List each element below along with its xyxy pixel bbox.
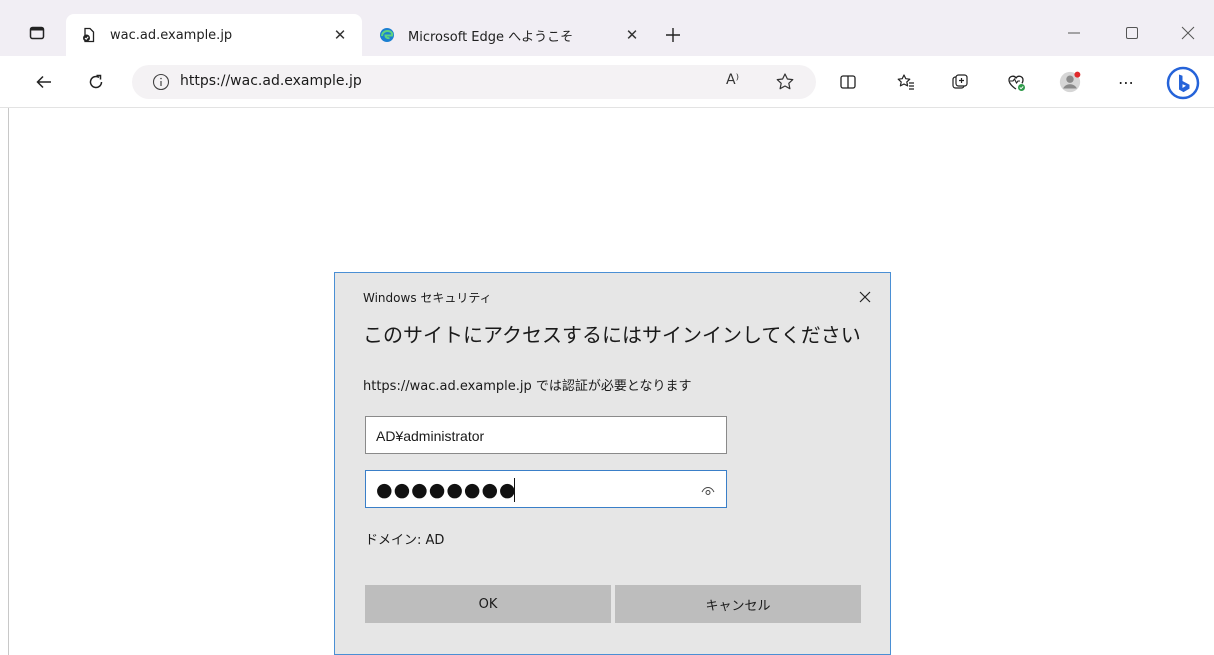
profile-icon[interactable] — [1058, 70, 1082, 94]
cancel-button[interactable]: キャンセル — [615, 585, 861, 623]
windows-security-dialog: Windows セキュリティ このサイトにアクセスするにはサインインしてください… — [334, 272, 891, 655]
tab-actions-icon[interactable] — [22, 18, 52, 48]
dialog-heading: このサイトにアクセスするにはサインインしてください — [363, 323, 861, 347]
reveal-password-icon[interactable] — [700, 483, 716, 497]
tab-close-icon[interactable]: ✕ — [620, 23, 644, 47]
edge-logo-icon — [378, 26, 396, 44]
split-screen-icon[interactable] — [836, 70, 860, 94]
username-field[interactable] — [365, 416, 727, 454]
minimize-icon[interactable] — [1056, 18, 1092, 48]
dialog-caption: Windows セキュリティ — [363, 291, 492, 305]
tab-wac[interactable]: wac.ad.example.jp ✕ — [66, 14, 362, 56]
back-icon[interactable] — [30, 68, 58, 96]
tab-title: wac.ad.example.jp — [110, 27, 233, 43]
ok-button[interactable]: OK — [365, 585, 611, 623]
window-close-icon[interactable] — [1170, 18, 1206, 48]
browser-toolbar: https://wac.ad.example.jp A⁾ ⋯ — [0, 56, 1214, 108]
collections-icon[interactable] — [948, 70, 972, 94]
dialog-close-icon[interactable] — [855, 287, 875, 307]
more-icon[interactable]: ⋯ — [1114, 70, 1138, 94]
password-input[interactable]: ●●●●●●●● — [376, 479, 517, 501]
username-input[interactable] — [376, 426, 676, 446]
tab-edge-welcome[interactable]: Microsoft Edge へようこそ ✕ — [364, 14, 654, 56]
refresh-icon[interactable] — [82, 68, 110, 96]
bing-icon[interactable] — [1166, 66, 1200, 100]
info-icon[interactable] — [152, 73, 170, 91]
address-bar[interactable]: https://wac.ad.example.jp A⁾ — [132, 65, 816, 99]
tab-title: Microsoft Edge へようこそ — [408, 29, 574, 45]
favorites-icon[interactable] — [894, 70, 918, 94]
page-favicon-icon — [80, 26, 98, 44]
browser-essentials-icon[interactable] — [1004, 70, 1028, 94]
favorite-star-icon[interactable] — [774, 71, 796, 93]
read-aloud-icon[interactable]: A⁾ — [726, 72, 748, 92]
tab-strip: wac.ad.example.jp ✕ Microsoft Edge へようこそ… — [0, 0, 1214, 56]
page-edge-line — [8, 108, 9, 655]
new-tab-icon[interactable] — [660, 22, 686, 48]
password-field[interactable]: ●●●●●●●● — [365, 470, 727, 508]
url-text[interactable]: https://wac.ad.example.jp — [180, 73, 362, 89]
maximize-icon[interactable] — [1114, 18, 1150, 48]
text-caret — [514, 478, 515, 502]
domain-label: ドメイン: AD — [365, 533, 445, 548]
tab-close-icon[interactable]: ✕ — [328, 23, 352, 47]
dialog-message: https://wac.ad.example.jp では認証が必要となります — [363, 379, 692, 394]
